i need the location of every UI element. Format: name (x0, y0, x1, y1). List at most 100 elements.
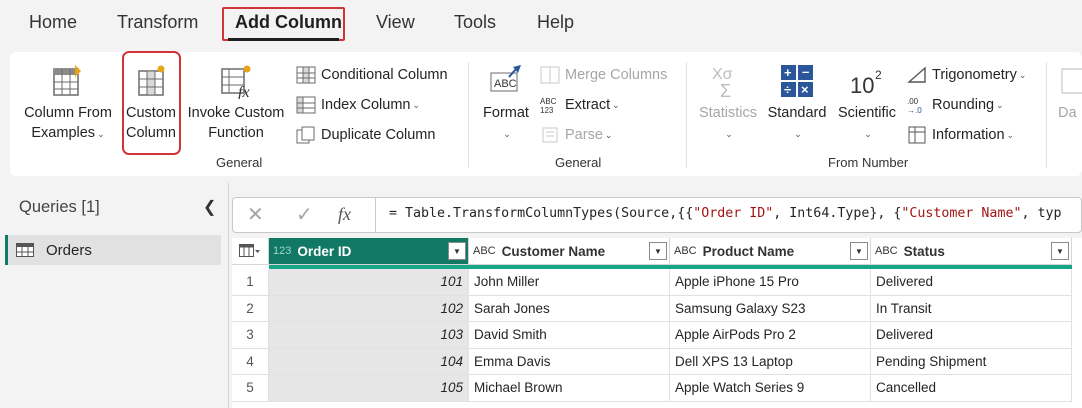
row-number[interactable]: 2 (232, 295, 269, 322)
column-from-examples-button[interactable]: Column From Examples ⌄ (18, 63, 118, 144)
column-header-product-name[interactable]: ABC Product Name ▼ (670, 238, 871, 265)
conditional-column-button[interactable]: Conditional Column (296, 64, 448, 86)
filter-dropdown-icon[interactable]: ▼ (448, 242, 466, 260)
cell-customer-name[interactable]: Sarah Jones (469, 295, 670, 322)
row-number[interactable]: 5 (232, 375, 269, 402)
column-header-status[interactable]: ABC Status ▼ (871, 238, 1072, 265)
svg-text:.00: .00 (907, 97, 919, 106)
filter-dropdown-icon[interactable]: ▼ (1051, 242, 1069, 260)
format-icon: ABC (490, 65, 521, 92)
collapse-pane-icon[interactable]: ❮ (203, 197, 216, 217)
cell-product-name[interactable]: Samsung Galaxy S23 (670, 295, 871, 322)
queries-pane-title: Queries [1] (19, 198, 100, 216)
pane-separator (228, 183, 229, 408)
cell-status[interactable]: Pending Shipment (871, 348, 1072, 375)
cell-customer-name[interactable]: David Smith (469, 322, 670, 349)
svg-text:Σ: Σ (720, 81, 731, 99)
column-from-examples-label-2: Examples (31, 125, 96, 141)
date-button-cutoff[interactable]: Da (1058, 63, 1082, 123)
merge-columns-icon (540, 66, 560, 84)
tab-view[interactable]: View (376, 12, 415, 33)
standard-label: Standard (767, 105, 827, 121)
ribbon-separator (468, 62, 469, 168)
text-type-icon[interactable]: ABC (674, 245, 697, 257)
cell-customer-name[interactable]: Michael Brown (469, 375, 670, 402)
scientific-button[interactable]: 10 2 Scientific ⌄ (834, 63, 900, 144)
chevron-down-icon: ⌄ (794, 129, 802, 139)
tab-home[interactable]: Home (29, 12, 77, 33)
fx-icon[interactable]: fx (338, 204, 351, 225)
menu-bar: Home Transform Add Column View Tools Hel… (0, 0, 1082, 50)
formula-string-2: "Customer Name" (901, 206, 1022, 221)
index-column-button[interactable]: Index Column ⌄ (296, 94, 420, 116)
custom-column-highlight (122, 51, 181, 155)
data-grid: 123 Order ID ▼ ABC Customer Name ▼ ABC P… (232, 238, 1082, 408)
svg-text:ABC: ABC (494, 78, 517, 90)
text-type-icon[interactable]: ABC (875, 245, 898, 257)
ribbon-separator (686, 62, 687, 168)
duplicate-column-button[interactable]: Duplicate Column (296, 124, 435, 146)
whole-number-type-icon[interactable]: 123 (273, 245, 291, 257)
rounding-button[interactable]: .00 →.0 Rounding ⌄ (907, 94, 1004, 116)
standard-button[interactable]: + – ÷ × Standard ⌄ (764, 63, 830, 144)
svg-text:fx: fx (238, 84, 250, 99)
filter-dropdown-icon[interactable]: ▼ (850, 242, 868, 260)
cell-status[interactable]: In Transit (871, 295, 1072, 322)
extract-button[interactable]: ABC 123 Extract ⌄ (540, 94, 620, 116)
text-type-icon[interactable]: ABC (473, 245, 496, 257)
tab-help[interactable]: Help (537, 12, 574, 33)
svg-text:÷: ÷ (784, 82, 791, 97)
cancel-formula-icon[interactable]: ✕ (247, 202, 264, 227)
cell-status[interactable]: Delivered (871, 322, 1072, 349)
tab-transform[interactable]: Transform (117, 12, 198, 33)
format-button[interactable]: ABC Format ⌄ (478, 63, 534, 144)
query-item-orders[interactable]: Orders (5, 235, 221, 265)
cell-order-id[interactable]: 103 (269, 322, 469, 349)
cell-product-name[interactable]: Apple iPhone 15 Pro (670, 269, 871, 296)
duplicate-column-label: Duplicate Column (321, 127, 436, 143)
commit-formula-icon[interactable]: ✓ (296, 202, 313, 227)
cell-product-name[interactable]: Apple Watch Series 9 (670, 375, 871, 402)
parse-label: Parse (565, 127, 603, 143)
scientific-label: Scientific (837, 105, 897, 121)
trigonometry-button[interactable]: Trigonometry ⌄ (907, 64, 1026, 86)
column-header-order-id[interactable]: 123 Order ID ▼ (269, 238, 469, 265)
conditional-column-icon (296, 66, 316, 84)
invoke-custom-function-label-1: Invoke Custom (187, 105, 285, 121)
chevron-down-icon: ⌄ (864, 129, 872, 139)
extract-icon: ABC123 (540, 97, 557, 114)
filter-dropdown-icon[interactable]: ▼ (649, 242, 667, 260)
cell-order-id[interactable]: 101 (269, 269, 469, 296)
row-number[interactable]: 4 (232, 348, 269, 375)
invoke-custom-function-button[interactable]: fx Invoke Custom Function (183, 63, 289, 143)
cell-order-id[interactable]: 105 (269, 375, 469, 402)
column-header-label: Order ID (297, 243, 352, 259)
column-header-label: Customer Name (501, 243, 606, 259)
cell-customer-name[interactable]: Emma Davis (469, 348, 670, 375)
information-button[interactable]: Information ⌄ (907, 124, 1014, 146)
table-menu-button[interactable] (232, 238, 269, 265)
tab-tools[interactable]: Tools (454, 12, 496, 33)
column-header-label: Product Name (702, 243, 795, 259)
statistics-button[interactable]: Xσ Σ Statistics ⌄ (696, 63, 760, 144)
chevron-down-icon: ⌄ (1018, 69, 1027, 80)
cell-customer-name[interactable]: John Miller (469, 269, 670, 296)
cell-product-name[interactable]: Dell XPS 13 Laptop (670, 348, 871, 375)
formula-input[interactable]: = Table.TransformColumnTypes(Source,{{"O… (389, 206, 1062, 221)
index-column-icon (296, 96, 316, 114)
ribbon-separator (1046, 62, 1047, 168)
cell-status[interactable]: Delivered (871, 269, 1072, 296)
parse-button[interactable]: Parse ⌄ (540, 124, 612, 146)
cell-order-id[interactable]: 102 (269, 295, 469, 322)
standard-calculator-icon: + – ÷ × (781, 64, 813, 97)
merge-columns-button[interactable]: Merge Columns (540, 64, 667, 86)
svg-text:+: + (784, 65, 792, 80)
cell-order-id[interactable]: 104 (269, 348, 469, 375)
row-number[interactable]: 1 (232, 269, 269, 296)
cell-product-name[interactable]: Apple AirPods Pro 2 (670, 322, 871, 349)
chevron-down-icon: ⌄ (1006, 129, 1015, 140)
row-number[interactable]: 3 (232, 322, 269, 349)
column-header-customer-name[interactable]: ABC Customer Name ▼ (469, 238, 670, 265)
cell-status[interactable]: Cancelled (871, 375, 1072, 402)
table-menu-icon (239, 244, 260, 257)
